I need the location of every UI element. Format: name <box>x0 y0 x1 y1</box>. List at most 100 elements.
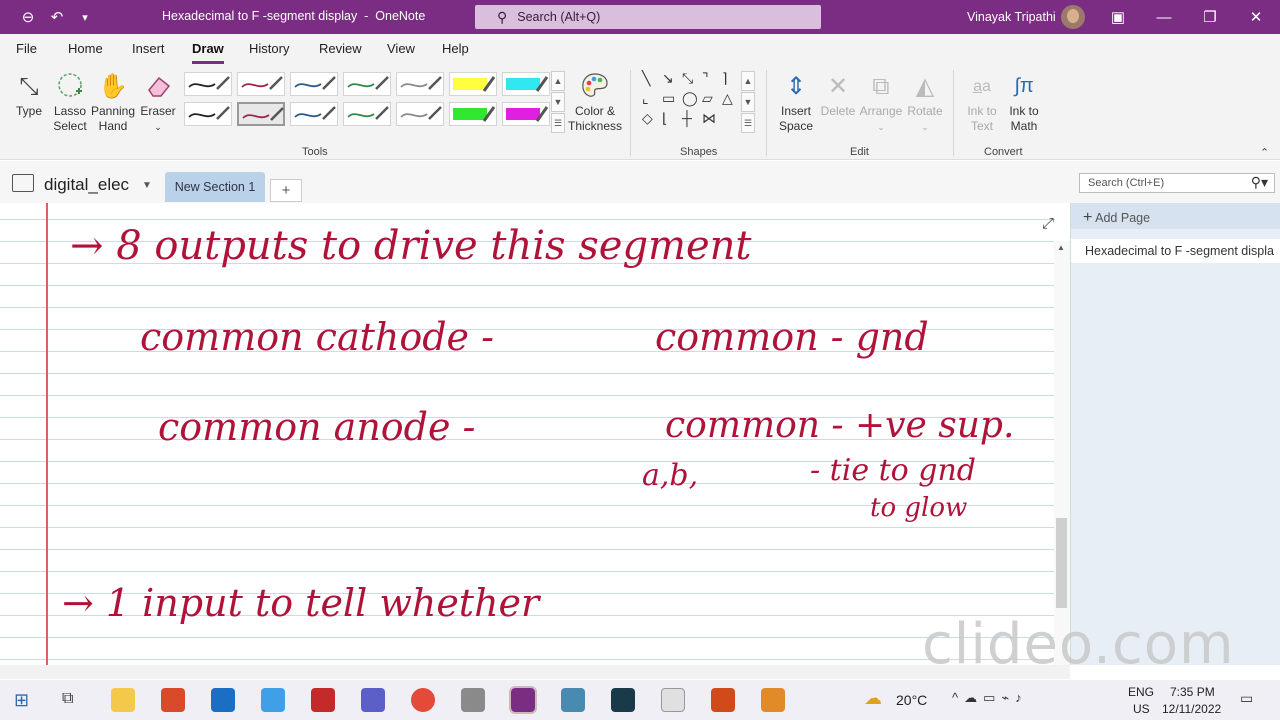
page-item[interactable]: Hexadecimal to F -segment displa <box>1071 239 1280 263</box>
notifications-icon[interactable]: ▭ <box>1240 690 1253 707</box>
search-icon[interactable]: ⚲▾ <box>1251 174 1268 191</box>
search-input[interactable]: ⚲ Search (Alt+Q) <box>475 5 821 29</box>
page-search-input[interactable]: Search (Ctrl+E) ⚲▾ <box>1079 173 1275 193</box>
clock-date[interactable]: 12/11/2022 <box>1162 702 1221 716</box>
pen-swatch[interactable] <box>184 72 232 96</box>
pen-swatch[interactable] <box>237 72 285 96</box>
pen-swatch[interactable] <box>290 72 338 96</box>
section-tab[interactable]: New Section 1 <box>165 172 265 202</box>
color-thickness-button[interactable]: Color & Thickness <box>568 68 622 134</box>
clock-time[interactable]: 7:35 PM <box>1170 685 1215 699</box>
ink-to-text-button[interactable]: a̲a Ink to Text <box>962 68 1002 134</box>
back-icon[interactable]: ⊖ <box>14 0 42 34</box>
pen-swatch[interactable] <box>184 102 232 126</box>
diamond-shape-icon[interactable]: ◇ <box>642 110 653 127</box>
scroll-up-icon[interactable]: ▲ <box>1057 243 1065 252</box>
graph-shape-icon[interactable]: ⌊ <box>662 110 667 127</box>
scroll-thumb[interactable] <box>1056 518 1067 608</box>
tab-help[interactable]: Help <box>442 41 469 56</box>
input-language[interactable]: ENG <box>1128 685 1154 699</box>
pen-swatch[interactable] <box>290 102 338 126</box>
pen-swatch[interactable] <box>237 102 285 126</box>
teams-icon[interactable] <box>361 688 385 712</box>
elbow-arrow-shape-icon[interactable]: ⌉ <box>722 70 727 87</box>
arrow-shape-icon[interactable]: ↘ <box>662 70 674 87</box>
task-view-icon[interactable]: ⧉ <box>62 690 73 708</box>
tab-file[interactable]: File <box>16 41 37 56</box>
restore-icon[interactable]: ❐ <box>1198 0 1222 34</box>
lasso-select-button[interactable]: Lasso Select <box>50 68 90 134</box>
acrobat-icon[interactable] <box>311 688 335 712</box>
insert-space-button[interactable]: ⇕ Insert Space <box>774 68 818 134</box>
pen-swatch[interactable] <box>343 72 391 96</box>
minimize-icon[interactable]: — <box>1152 0 1176 34</box>
pen-gallery-more-icon[interactable]: ☰ <box>551 113 565 133</box>
shapes-up-icon[interactable]: ▲ <box>741 71 755 91</box>
highlighter-swatch[interactable] <box>502 102 550 126</box>
vertical-scrollbar[interactable]: ▲ <box>1054 241 1070 665</box>
store-icon[interactable] <box>661 688 685 712</box>
quick-access-chevron-icon[interactable]: ▾ <box>74 0 96 34</box>
app-icon[interactable] <box>761 688 785 712</box>
notebook-name[interactable]: digital_elec <box>44 175 129 195</box>
chrome-icon[interactable] <box>411 688 435 712</box>
type-button[interactable]: ⤡ Type <box>10 68 48 119</box>
undo-icon[interactable]: ↶ <box>44 0 70 34</box>
rectangle-shape-icon[interactable]: ▭ <box>662 90 675 107</box>
pen-gallery-up-icon[interactable]: ▲ <box>551 71 565 91</box>
highlighter-swatch[interactable] <box>502 72 550 96</box>
parallelogram-shape-icon[interactable]: ▱ <box>702 90 713 107</box>
panning-hand-button[interactable]: ✋ Panning Hand <box>90 68 136 134</box>
shapes-down-icon[interactable]: ▼ <box>741 92 755 112</box>
app-icon[interactable] <box>561 688 585 712</box>
connector-shape-icon[interactable]: ⌞ <box>642 90 649 107</box>
windows-start-icon[interactable]: ⊞ <box>14 690 29 711</box>
powerpoint-icon[interactable] <box>711 688 735 712</box>
input-region[interactable]: US <box>1133 702 1150 716</box>
ellipse-shape-icon[interactable]: ◯ <box>682 90 698 107</box>
notebook-dropdown-icon[interactable]: ▼ <box>142 180 152 191</box>
tab-home[interactable]: Home <box>68 41 103 56</box>
tab-review[interactable]: Review <box>319 41 362 56</box>
app-icon[interactable] <box>261 688 285 712</box>
tab-view[interactable]: View <box>387 41 415 56</box>
pen-swatch[interactable] <box>343 102 391 126</box>
ink-to-math-button[interactable]: ∫π Ink to Math <box>1004 68 1044 134</box>
add-page-button[interactable]: + Add Page <box>1071 203 1280 229</box>
app-icon[interactable] <box>161 688 185 712</box>
tab-draw[interactable]: Draw <box>192 41 224 64</box>
shapes-gallery[interactable]: ╲ ↘ ⤡ ⌝ ⌉ ⌞ ▭ ◯ ▱ △ ◇ ⌊ ┼ ⋈ <box>640 70 740 132</box>
3d-axis-shape-icon[interactable]: ⋈ <box>702 110 716 127</box>
collapse-ribbon-icon[interactable]: ⌃ <box>1260 146 1269 159</box>
tab-history[interactable]: History <box>249 41 289 56</box>
highlighter-swatch[interactable] <box>449 102 497 126</box>
eraser-button[interactable]: Eraser ⌄ <box>138 68 178 135</box>
delete-button[interactable]: ✕ Delete <box>818 68 858 119</box>
onenote-icon[interactable] <box>509 686 537 714</box>
horizontal-scrollbar[interactable] <box>0 665 1070 679</box>
file-explorer-icon[interactable] <box>111 688 135 712</box>
elbow-shape-icon[interactable]: ⌝ <box>702 70 709 87</box>
pen-swatch[interactable] <box>396 72 444 96</box>
pen-swatch[interactable] <box>396 102 444 126</box>
weather-icon[interactable]: ☁ <box>864 688 882 709</box>
weather-temp[interactable]: 20°C <box>896 692 927 708</box>
shapes-more-icon[interactable]: ☰ <box>741 113 755 133</box>
close-icon[interactable]: ✕ <box>1244 0 1268 34</box>
app-icon[interactable] <box>611 688 635 712</box>
double-arrow-shape-icon[interactable]: ⤡ <box>682 70 693 87</box>
line-shape-icon[interactable]: ╲ <box>642 70 650 87</box>
add-section-button[interactable]: + <box>270 179 302 202</box>
highlighter-swatch[interactable] <box>449 72 497 96</box>
pen-gallery-down-icon[interactable]: ▼ <box>551 92 565 112</box>
tab-insert[interactable]: Insert <box>132 41 165 56</box>
axis-shape-icon[interactable]: ┼ <box>682 110 692 126</box>
avatar[interactable] <box>1061 5 1085 29</box>
full-page-view-icon[interactable]: ⤢ <box>1042 215 1054 232</box>
triangle-shape-icon[interactable]: △ <box>722 90 733 107</box>
eraser-chevron-icon[interactable]: ⌄ <box>154 122 162 132</box>
app-icon[interactable] <box>461 688 485 712</box>
rotate-button[interactable]: ◭ Rotate ⌄ <box>904 68 946 135</box>
outlook-icon[interactable] <box>211 688 235 712</box>
system-tray-icons[interactable]: ^☁▭⌁♪ <box>952 690 1028 706</box>
